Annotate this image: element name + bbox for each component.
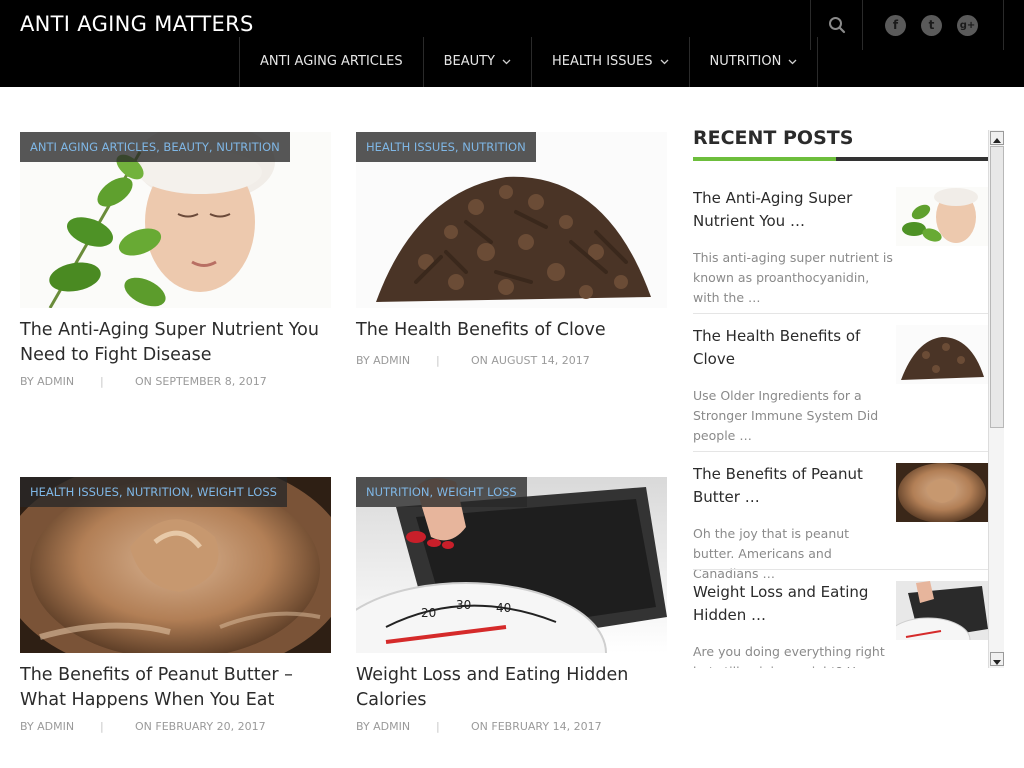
- svg-text:30: 30: [456, 598, 471, 612]
- recent-post-excerpt: Are you doing everything right but still…: [693, 644, 893, 668]
- nav-item-label: ANTI AGING ARTICLES: [260, 54, 403, 69]
- site-title[interactable]: ANTI AGING MATTERS: [20, 12, 254, 36]
- svg-text:40: 40: [496, 601, 511, 615]
- search-icon: [829, 17, 846, 34]
- article-author[interactable]: BY ADMIN: [20, 720, 74, 733]
- facebook-icon[interactable]: f: [885, 15, 906, 36]
- recent-post-item: Weight Loss and Eating Hidden … Are you …: [693, 581, 988, 668]
- article-thumbnail[interactable]: ANTI AGING ARTICLES, BEAUTY, NUTRITION: [20, 132, 331, 308]
- chevron-down-icon: [502, 59, 511, 65]
- article-date: ON AUGUST 14, 2017: [471, 354, 590, 367]
- recent-post-thumbnail[interactable]: [896, 581, 988, 640]
- article-thumbnail[interactable]: 20 30 40 NUTRITION, WEIGHT LOSS: [356, 477, 667, 653]
- heading-underline-accent: [693, 157, 836, 161]
- chevron-down-icon: [788, 59, 797, 65]
- recent-post-excerpt: Oh the joy that is peanut butter. Americ…: [693, 526, 850, 581]
- meta-separator: |: [436, 354, 440, 367]
- meta-separator: |: [100, 720, 104, 733]
- category-badge[interactable]: ANTI AGING ARTICLES, BEAUTY, NUTRITION: [20, 132, 290, 162]
- article-date: ON SEPTEMBER 8, 2017: [135, 375, 267, 388]
- article-card: HEALTH ISSUES, NUTRITION The Health Bene…: [356, 132, 667, 372]
- nav-item-label: HEALTH ISSUES: [552, 54, 653, 69]
- article-thumbnail[interactable]: HEALTH ISSUES, NUTRITION: [356, 132, 667, 308]
- article-author[interactable]: BY ADMIN: [20, 375, 74, 388]
- article-date: ON FEBRUARY 14, 2017: [471, 720, 602, 733]
- recent-post-excerpt: This anti-aging super nutrient is known …: [693, 250, 893, 305]
- peanut-butter-image: [896, 463, 988, 522]
- woman-with-leaves-image: [896, 187, 988, 246]
- article-card: 20 30 40 NUTRITION, WEIGHT LOSS Weight Los…: [356, 477, 667, 737]
- nav-item-nutrition[interactable]: NUTRITION: [690, 37, 819, 87]
- article-author[interactable]: BY ADMIN: [356, 720, 410, 733]
- nav-item-health-issues[interactable]: HEALTH ISSUES: [532, 37, 690, 87]
- recent-post-title[interactable]: Weight Loss and Eating Hidden …: [693, 581, 891, 627]
- recent-posts-heading: RECENT POSTS: [693, 127, 854, 149]
- article-card: HEALTH ISSUES, NUTRITION, WEIGHT LOSS Th…: [20, 477, 331, 737]
- chevron-down-icon: [660, 59, 668, 65]
- twitter-icon[interactable]: t: [921, 15, 942, 36]
- recent-post-thumbnail[interactable]: [896, 325, 988, 384]
- list-divider: [693, 313, 988, 314]
- svg-text:20: 20: [421, 606, 436, 620]
- category-badge[interactable]: HEALTH ISSUES, NUTRITION: [356, 132, 536, 162]
- recent-post-title[interactable]: The Health Benefits of Clove: [693, 325, 891, 371]
- recent-post-excerpt: Use Older Ingredients for a Stronger Imm…: [693, 388, 879, 443]
- nav-item-anti-aging-articles[interactable]: ANTI AGING ARTICLES: [240, 37, 424, 87]
- meta-separator: |: [436, 720, 440, 733]
- category-badge[interactable]: NUTRITION, WEIGHT LOSS: [356, 477, 527, 507]
- article-date: ON FEBRUARY 20, 2017: [135, 720, 266, 733]
- article-title[interactable]: The Health Benefits of Clove: [356, 318, 667, 343]
- recent-post-title[interactable]: The Anti-Aging Super Nutrient You …: [693, 187, 891, 233]
- article-card: ANTI AGING ARTICLES, BEAUTY, NUTRITION T…: [20, 132, 331, 392]
- nav-item-label: NUTRITION: [709, 54, 782, 69]
- recent-post-thumbnail[interactable]: [896, 463, 988, 522]
- google-plus-icon[interactable]: g+: [957, 15, 978, 36]
- nav-item-beauty[interactable]: BEAUTY: [424, 37, 533, 87]
- article-title[interactable]: The Anti-Aging Super Nutrient You Need t…: [20, 318, 331, 368]
- scroll-thumb[interactable]: [990, 146, 1004, 428]
- recent-post-item: The Anti-Aging Super Nutrient You … This…: [693, 187, 988, 307]
- site-header: ANTI AGING MATTERS f t g+ ANTI AGING ART…: [0, 0, 1024, 87]
- nav-item-label: BEAUTY: [443, 54, 496, 69]
- article-title[interactable]: Weight Loss and Eating Hidden Calories: [356, 663, 667, 713]
- category-badge[interactable]: HEALTH ISSUES, NUTRITION, WEIGHT LOSS: [20, 477, 287, 507]
- list-divider: [693, 451, 988, 452]
- article-author[interactable]: BY ADMIN: [356, 354, 410, 367]
- recent-post-item: The Benefits of Peanut Butter … Oh the j…: [693, 463, 988, 581]
- social-links: f t g+: [863, 0, 1004, 50]
- sidebar-scrollbar[interactable]: [988, 130, 1004, 668]
- bathroom-scale-image: [896, 581, 988, 640]
- list-divider: [693, 569, 988, 570]
- scroll-down-button[interactable]: [990, 652, 1004, 666]
- recent-post-item: The Health Benefits of Clove Use Older I…: [693, 325, 988, 445]
- recent-post-thumbnail[interactable]: [896, 187, 988, 246]
- cloves-image: [896, 325, 988, 384]
- scroll-up-button[interactable]: [990, 131, 1004, 145]
- arrow-down-icon: [993, 660, 1001, 665]
- article-thumbnail[interactable]: HEALTH ISSUES, NUTRITION, WEIGHT LOSS: [20, 477, 331, 653]
- meta-separator: |: [100, 375, 104, 388]
- recent-post-title[interactable]: The Benefits of Peanut Butter …: [693, 463, 891, 509]
- main-nav: ANTI AGING ARTICLES BEAUTY HEALTH ISSUES…: [239, 37, 819, 87]
- recent-posts-list: The Anti-Aging Super Nutrient You … This…: [693, 176, 988, 668]
- article-title[interactable]: The Benefits of Peanut Butter – What Hap…: [20, 663, 331, 708]
